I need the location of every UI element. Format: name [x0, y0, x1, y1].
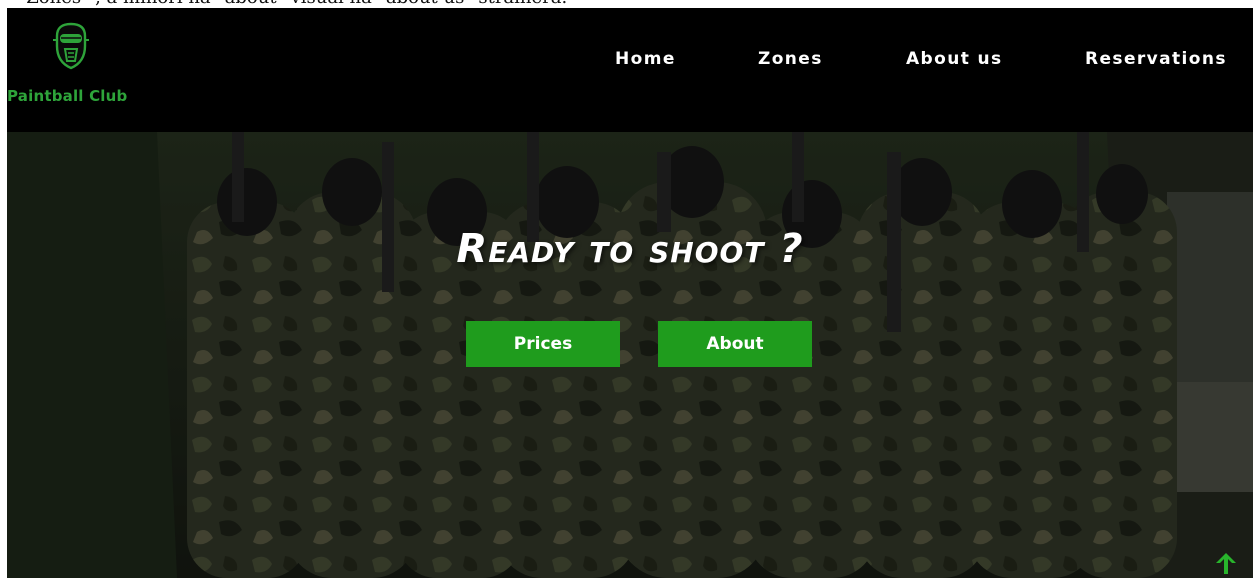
- nav-item-zones[interactable]: Zones: [758, 49, 823, 69]
- prices-button[interactable]: Prices: [466, 321, 620, 367]
- brand-name: Paintball Club: [7, 87, 128, 105]
- arrow-up-icon[interactable]: [1213, 550, 1239, 576]
- page: Paintball Club Home Zones About us Reser…: [7, 8, 1253, 578]
- top-clipped-text-strip: "Zones" , a minori ha "about" visual ha …: [0, 0, 1253, 8]
- nav-item-about-us[interactable]: About us: [906, 49, 1003, 69]
- top-clipped-text: "Zones" , a minori ha "about" visual ha …: [18, 0, 567, 8]
- hero-dark-overlay: [7, 132, 1253, 578]
- hero-section: Ready to shoot ? Prices About: [7, 132, 1253, 578]
- hero-title: Ready to shoot ?: [456, 226, 804, 272]
- nav-item-home[interactable]: Home: [615, 49, 676, 69]
- main-nav: Home Zones About us Reservations: [7, 49, 1253, 71]
- site-header: Paintball Club Home Zones About us Reser…: [7, 8, 1253, 132]
- about-button[interactable]: About: [658, 321, 812, 367]
- nav-item-reservations[interactable]: Reservations: [1085, 49, 1227, 69]
